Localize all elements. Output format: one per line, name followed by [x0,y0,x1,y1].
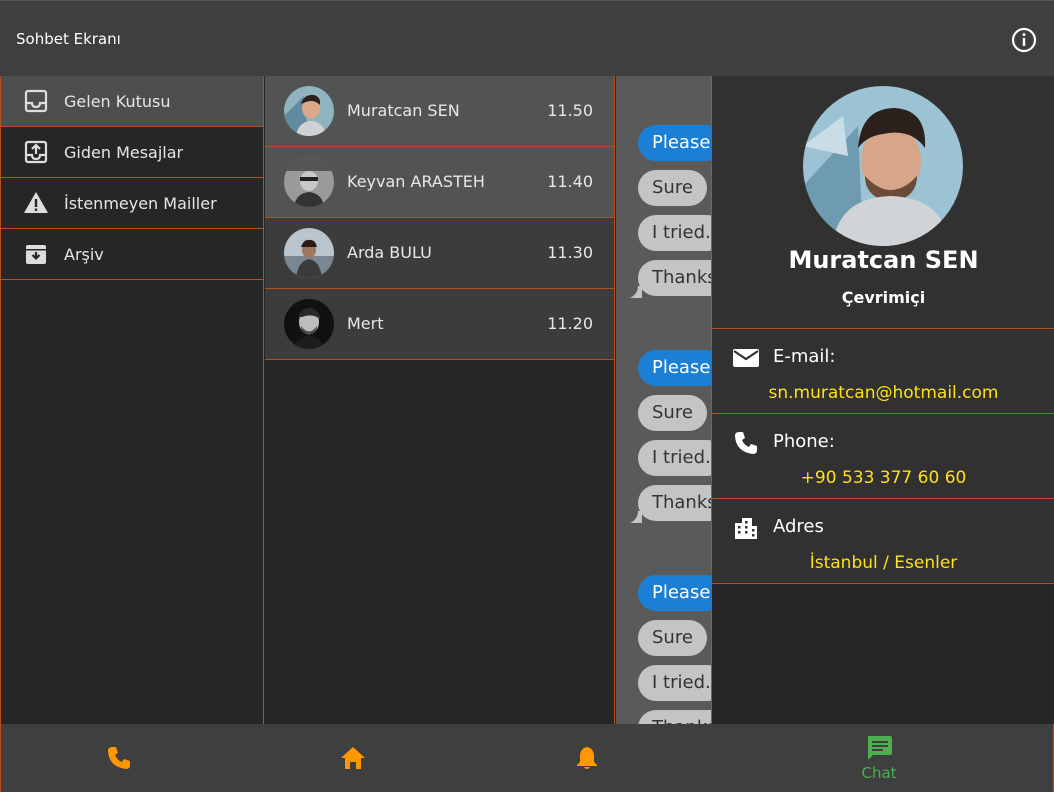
message-bubble: Please [638,350,712,386]
tab-label: Chat [861,764,897,782]
building-icon [735,518,757,539]
bottom-nav: Chat [0,724,1054,792]
chat-icon [868,736,892,760]
address-label: Adres [773,516,824,537]
bubble-tail [630,511,642,523]
email-row: E-mail: sn.muratcan@hotmail.com [712,329,1054,414]
phone-value[interactable]: +90 533 377 60 60 [712,468,1054,488]
email-value[interactable]: sn.muratcan@hotmail.com [712,383,1054,403]
contact-name: Mert [347,314,384,333]
address-value[interactable]: İstanbul / Esenler [712,553,1054,573]
message-bubble: Sure [638,620,707,656]
phone-icon [735,432,757,454]
avatar [284,299,334,349]
sidebar-item-outbox[interactable]: Giden Mesajlar [1,127,263,178]
info-icon[interactable] [1011,27,1037,53]
email-label: E-mail: [773,346,836,367]
profile-header: Muratcan SEN Çevrimiçi [712,76,1054,329]
bubble-tail [630,286,642,298]
archive-icon [26,245,46,264]
sidebar: Gelen Kutusu Giden Mesajlar İstenmeyen M… [0,76,264,724]
contact-time: 11.40 [547,172,593,191]
contact-item[interactable]: Mert 11.20 [265,289,614,360]
message-bubble: I tried. [638,665,712,701]
message-bubble: I tried. [638,215,712,251]
message-bubble: I tried. [638,440,712,476]
contact-time: 11.50 [547,101,593,120]
avatar [284,157,334,207]
app-bar: Sohbet Ekranı [0,0,1054,76]
tab-phone[interactable] [84,724,154,792]
inbox-icon [24,89,48,113]
contact-name: Arda BULU [347,243,432,262]
address-row: Adres İstanbul / Esenler [712,499,1054,584]
sidebar-item-inbox[interactable]: Gelen Kutusu [1,76,263,127]
message-bubble: Thanks [638,260,712,296]
message-bubble: Sure [638,170,707,206]
message-bubble: Thanks [638,485,712,521]
message-bubble: Please [638,125,712,161]
outbox-icon [24,140,48,164]
tab-notifications[interactable] [552,724,622,792]
sidebar-item-archive[interactable]: Arşiv [1,229,263,280]
message-bubble: Please [638,575,712,611]
contact-item[interactable]: Muratcan SEN 11.50 [265,76,614,147]
contact-time: 11.20 [547,314,593,333]
sidebar-item-label: Gelen Kutusu [64,91,171,111]
contact-name: Keyvan ARASTEH [347,172,485,191]
avatar [284,228,334,278]
warning-icon [24,192,48,213]
profile-status: Çevrimiçi [841,288,926,307]
sidebar-item-label: Giden Mesajlar [64,142,184,162]
contact-time: 11.30 [547,243,593,262]
contact-list: Muratcan SEN 11.50 Keyvan ARASTEH 11.40 [265,76,615,724]
profile-panel: Muratcan SEN Çevrimiçi E-mail: sn.muratc… [711,76,1054,724]
app-title: Sohbet Ekranı [16,30,121,48]
sidebar-item-label: Arşiv [64,244,104,264]
tab-chat[interactable]: Chat [839,724,919,792]
phone-icon [108,747,130,769]
mail-icon [733,349,759,367]
avatar [284,86,334,136]
sidebar-item-spam[interactable]: İstenmeyen Mailler [1,178,263,229]
message-bubble: Sure [638,395,707,431]
home-icon [341,747,365,769]
phone-label: Phone: [773,431,835,452]
contact-name: Muratcan SEN [347,101,460,120]
sidebar-item-label: İstenmeyen Mailler [64,193,217,213]
contact-item[interactable]: Keyvan ARASTEH 11.40 [265,147,614,218]
tab-home[interactable] [318,724,388,792]
phone-row: Phone: +90 533 377 60 60 [712,414,1054,499]
bell-icon [577,747,597,769]
profile-photo [803,86,963,246]
contact-item[interactable]: Arda BULU 11.30 [265,218,614,289]
message-bubble: Thanks [638,710,712,724]
profile-name: Muratcan SEN [788,246,979,274]
chat-area: Please Sure I tried. Thanks Please Sure … [616,76,712,724]
